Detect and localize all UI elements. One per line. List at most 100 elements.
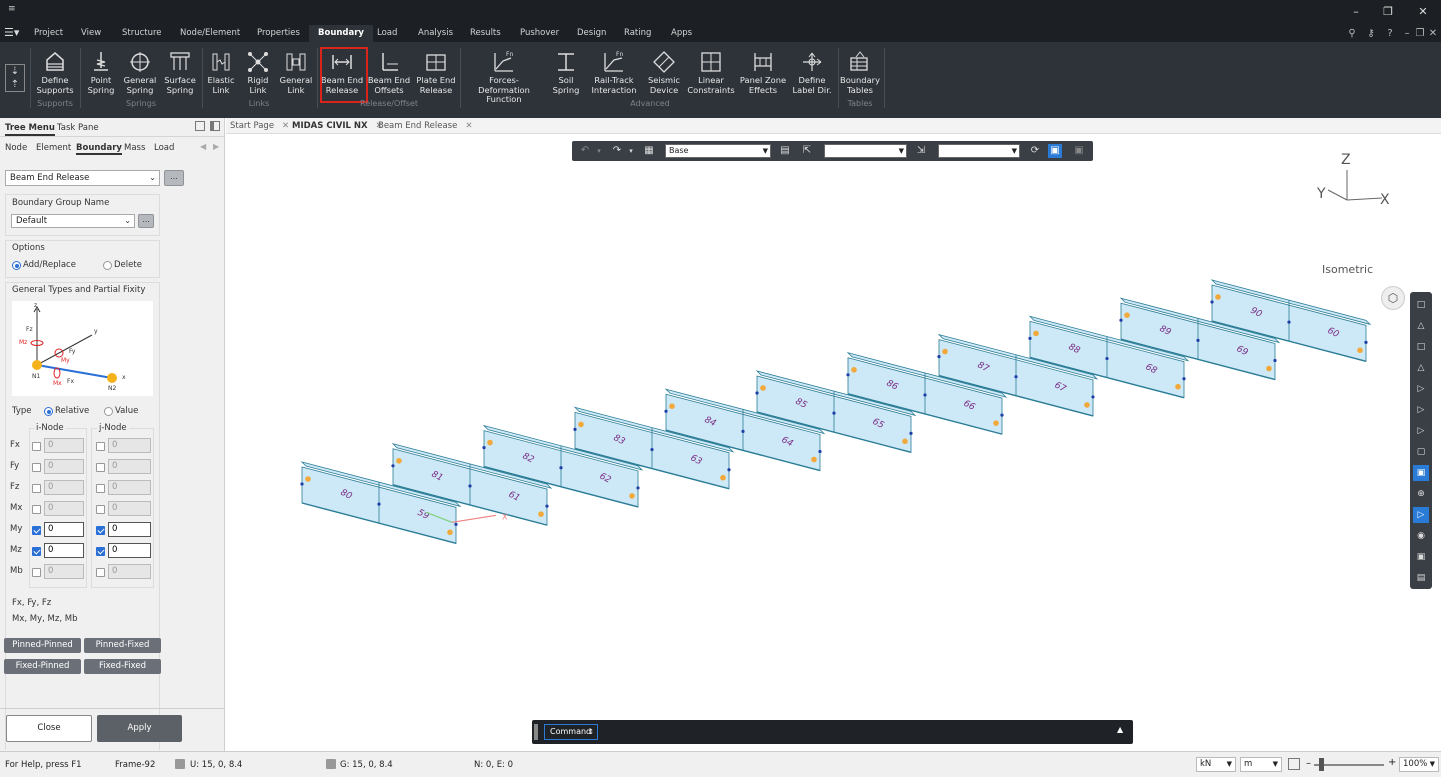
select-all-icon[interactable]: ▢: [1413, 444, 1429, 460]
zoom-out-icon[interactable]: –: [1306, 758, 1311, 769]
define-supports-button[interactable]: Define Supports: [36, 44, 74, 104]
command-expand-icon[interactable]: ▲: [1117, 725, 1123, 734]
delete-radio[interactable]: [103, 261, 112, 270]
doc-minimize-icon[interactable]: –: [1400, 27, 1414, 41]
jnode-checkbox[interactable]: [96, 484, 105, 493]
zoom-select[interactable]: 100% ▼: [1399, 757, 1439, 772]
point-spring-button[interactable]: Point Spring: [86, 44, 116, 104]
jnode-value-input[interactable]: 0: [108, 459, 151, 474]
seismic-device-button[interactable]: Seismic Device: [646, 44, 682, 104]
menu-structure[interactable]: Structure: [116, 25, 168, 42]
tab-midas-civil[interactable]: MIDAS CIVIL NX ✕: [288, 118, 387, 134]
select-plane-icon[interactable]: △: [1413, 360, 1429, 376]
close-tab-icon[interactable]: ✕: [465, 121, 472, 131]
menu-apps[interactable]: Apps: [665, 25, 698, 42]
beam-end-offsets-button[interactable]: Beam End Offsets: [368, 44, 410, 104]
plate-end-release-button[interactable]: Plate End Release: [416, 44, 456, 104]
unit-settings-icon[interactable]: [1288, 758, 1300, 770]
inode-checkbox[interactable]: [32, 547, 41, 556]
boundary-group-more-button[interactable]: ...: [138, 214, 154, 228]
subtab-element[interactable]: Element: [36, 143, 71, 153]
force-unit-select[interactable]: kN ▼: [1196, 757, 1236, 772]
menu-results[interactable]: Results: [464, 25, 507, 42]
help-icon[interactable]: ?: [1383, 27, 1397, 41]
doc-close-icon[interactable]: ✕: [1426, 27, 1440, 41]
inode-value-input[interactable]: 0: [44, 459, 84, 474]
select-element-icon[interactable]: ▣: [1413, 465, 1429, 481]
soil-spring-button[interactable]: Soil Spring: [550, 44, 582, 104]
boundary-tables-button[interactable]: Boundary Tables: [840, 44, 880, 104]
menu-boundary[interactable]: Boundary: [309, 25, 373, 42]
jnode-value-input[interactable]: 0: [108, 501, 151, 516]
command-grip-icon[interactable]: [534, 724, 538, 740]
close-button[interactable]: Close: [6, 715, 92, 742]
fixed-fixed-button[interactable]: Fixed-Fixed: [84, 659, 161, 674]
surface-spring-button[interactable]: Surface Spring: [164, 44, 196, 104]
jnode-checkbox[interactable]: [96, 505, 105, 514]
jnode-value-input[interactable]: 0: [108, 564, 151, 579]
menu-design[interactable]: Design: [571, 25, 612, 42]
length-unit-select[interactable]: m ▼: [1240, 757, 1282, 772]
inode-checkbox[interactable]: [32, 463, 41, 472]
display-icon[interactable]: ◉: [1413, 528, 1429, 544]
tab-task-pane[interactable]: Task Pane: [57, 123, 99, 133]
forces-deformation-button[interactable]: Fn Forces-Deformation Function: [468, 44, 540, 104]
inode-value-input[interactable]: 0: [44, 438, 84, 453]
fixed-pinned-button[interactable]: Fixed-Pinned: [4, 659, 81, 674]
inode-value-input[interactable]: 0: [44, 501, 84, 516]
command-select[interactable]: Command ↕: [544, 724, 598, 740]
elastic-link-button[interactable]: Elastic Link: [206, 44, 236, 104]
close-icon[interactable]: ✕: [1415, 4, 1431, 20]
inode-value-input[interactable]: 0: [44, 522, 84, 537]
inode-value-input[interactable]: 0: [44, 543, 84, 558]
function-more-button[interactable]: ...: [164, 170, 184, 186]
tab-start-page[interactable]: Start Page ✕: [226, 118, 293, 134]
select-window-icon[interactable]: □: [1413, 297, 1429, 313]
rail-track-interaction-button[interactable]: Fn Rail-Track Interaction: [591, 44, 636, 104]
linear-constraints-button[interactable]: Linear Constraints: [687, 44, 735, 104]
menu-view[interactable]: View: [75, 25, 107, 42]
general-spring-button[interactable]: General Spring: [124, 44, 156, 104]
type-value-radio[interactable]: [104, 407, 113, 416]
minimize-icon[interactable]: –: [1348, 4, 1364, 20]
select-active-icon[interactable]: ▷: [1413, 507, 1429, 523]
pane-layout-icon[interactable]: [195, 121, 205, 131]
jnode-checkbox[interactable]: [96, 526, 105, 535]
doc-restore-icon[interactable]: ❐: [1413, 27, 1427, 41]
jnode-checkbox[interactable]: [96, 568, 105, 577]
inode-checkbox[interactable]: [32, 484, 41, 493]
type-relative-radio[interactable]: [44, 407, 53, 416]
monitor-icon[interactable]: ▣: [1413, 549, 1429, 565]
inode-checkbox[interactable]: [32, 505, 41, 514]
command-input[interactable]: [602, 724, 1102, 740]
rigid-link-button[interactable]: Rigid Link: [243, 44, 273, 104]
menu-node-element[interactable]: Node/Element: [174, 25, 246, 42]
subtab-next-icon[interactable]: ▶: [213, 142, 219, 151]
menu-analysis[interactable]: Analysis: [412, 25, 459, 42]
tab-tree-menu[interactable]: Tree Menu: [5, 123, 55, 136]
jnode-checkbox[interactable]: [96, 442, 105, 451]
jnode-value-input[interactable]: 0: [108, 438, 151, 453]
node-snap-icon[interactable]: ⊕: [1413, 486, 1429, 502]
pane-split-icon[interactable]: [210, 121, 220, 131]
pinned-fixed-button[interactable]: Pinned-Fixed: [84, 638, 161, 653]
subtab-mass[interactable]: Mass: [124, 143, 145, 153]
search-icon[interactable]: ⚲: [1345, 27, 1359, 41]
add-replace-radio[interactable]: [12, 261, 21, 270]
menu-pushover[interactable]: Pushover: [514, 25, 565, 42]
panel-zone-effects-button[interactable]: Panel Zone Effects: [740, 44, 786, 104]
zoom-in-icon[interactable]: +: [1388, 757, 1396, 768]
jnode-value-input[interactable]: 0: [108, 480, 151, 495]
zoom-slider-handle[interactable]: [1319, 758, 1324, 771]
hamburger-menu-icon[interactable]: ☰▾: [4, 26, 19, 39]
apply-button[interactable]: Apply: [97, 715, 182, 742]
settings-icon[interactable]: ▤: [1413, 570, 1429, 586]
select-previous-icon[interactable]: ▷: [1413, 423, 1429, 439]
select-single-icon[interactable]: ▷: [1413, 402, 1429, 418]
tab-beam-end-release[interactable]: Beam End Release ✕: [374, 118, 476, 134]
define-label-dir-button[interactable]: Define Label Dir.: [792, 44, 832, 104]
subtab-boundary[interactable]: Boundary: [76, 143, 122, 155]
menu-project[interactable]: Project: [28, 25, 69, 42]
jnode-value-input[interactable]: 0: [108, 522, 151, 537]
menu-load[interactable]: Load: [371, 25, 403, 42]
